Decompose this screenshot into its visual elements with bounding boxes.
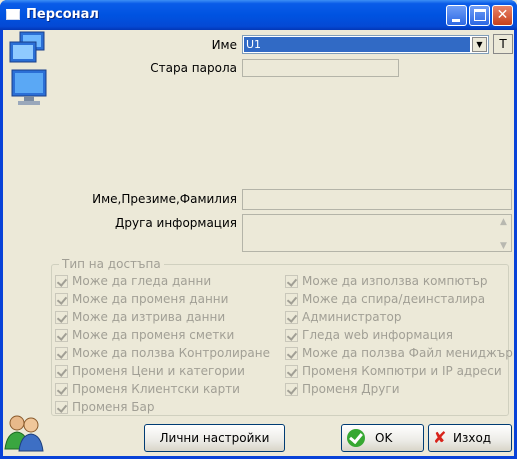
minimize-button[interactable]: [446, 5, 467, 26]
old-password-label: Стара парола: [150, 61, 237, 75]
minimize-icon: [452, 19, 460, 22]
users-icon: [4, 415, 44, 452]
name-combo-value: U1: [244, 37, 470, 52]
maximize-icon: [474, 9, 486, 21]
checkbox[interactable]: [285, 311, 298, 324]
dialog-body: Име U1 ▼ T Стара парола Име,Презиме,Фами…: [3, 30, 514, 456]
other-info-scrollbar[interactable]: ▲ ▼: [497, 216, 510, 252]
window-title: Персонал: [26, 7, 99, 22]
personal-settings-button[interactable]: Лични настройки: [144, 424, 285, 452]
checkbox[interactable]: [55, 329, 68, 342]
computers-icon: [9, 31, 47, 105]
other-info-label: Друга информация: [114, 216, 237, 230]
checkbox[interactable]: [285, 329, 298, 342]
t-button[interactable]: T: [493, 34, 513, 54]
checkbox[interactable]: [55, 383, 68, 396]
fullname-label: Име,Презиме,Фамилия: [92, 192, 237, 206]
access-group-title: Тип на достъпа: [59, 257, 164, 271]
close-icon: ✕: [496, 7, 509, 23]
maximize-button[interactable]: [469, 5, 490, 26]
checkbox[interactable]: [285, 275, 298, 288]
window: Персонал ✕ Име U1 ▼ T Стара парола Име,П…: [0, 0, 517, 459]
window-icon: [6, 9, 20, 20]
checkbox[interactable]: [285, 293, 298, 306]
check-icon: [347, 429, 365, 447]
checkbox[interactable]: [55, 347, 68, 360]
checkbox[interactable]: [55, 275, 68, 288]
ok-button[interactable]: OK: [341, 424, 424, 452]
checkbox[interactable]: [55, 293, 68, 306]
chevron-down-icon[interactable]: ▼: [472, 37, 487, 52]
other-info-field[interactable]: ▲ ▼: [242, 214, 512, 252]
fullname-field[interactable]: [242, 189, 512, 210]
scroll-up-icon[interactable]: ▲: [497, 216, 510, 228]
checkbox[interactable]: [55, 311, 68, 324]
name-combo[interactable]: U1 ▼: [242, 35, 489, 54]
old-password-field[interactable]: [242, 59, 399, 77]
name-label: Име: [211, 38, 237, 52]
checkbox[interactable]: [55, 401, 68, 414]
checkbox[interactable]: [285, 347, 298, 360]
close-icon: ✘: [433, 428, 447, 447]
close-button[interactable]: ✕: [492, 5, 513, 26]
checkbox[interactable]: [285, 365, 298, 378]
scroll-down-icon[interactable]: ▼: [497, 240, 510, 252]
checkbox[interactable]: [55, 365, 68, 378]
exit-button[interactable]: ✘ Изход: [428, 424, 512, 452]
title-bar[interactable]: Персонал ✕: [0, 0, 517, 30]
checkbox[interactable]: [285, 383, 298, 396]
